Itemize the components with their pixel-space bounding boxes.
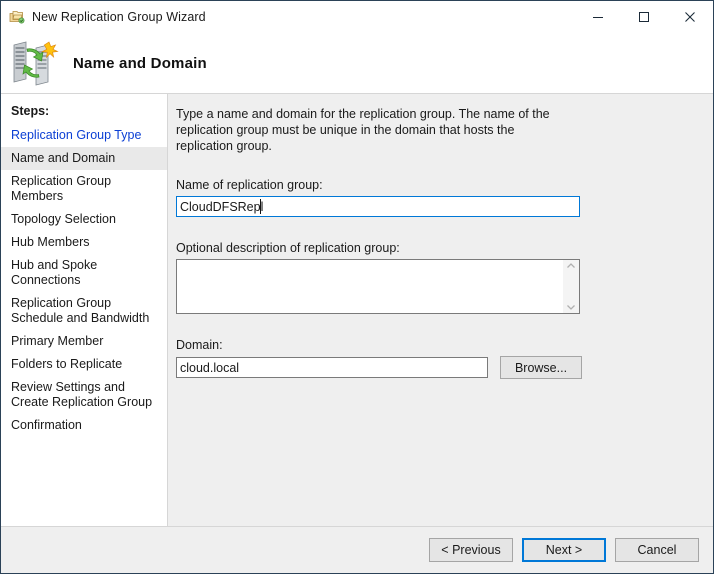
domain-row: Browse... — [176, 356, 695, 379]
wizard-window: New Replication Group Wizard — [0, 0, 714, 574]
sidebar-item-hub-members: Hub Members — [1, 231, 167, 254]
sidebar-item-hub-and-spoke-connections: Hub and Spoke Connections — [1, 254, 167, 292]
cancel-button[interactable]: Cancel — [615, 538, 699, 562]
sidebar-item-confirmation: Confirmation — [1, 414, 167, 437]
window-title: New Replication Group Wizard — [32, 10, 206, 24]
sidebar-item-name-and-domain[interactable]: Name and Domain — [1, 147, 167, 170]
browse-button[interactable]: Browse... — [500, 356, 582, 379]
replication-servers-icon — [9, 39, 59, 87]
sidebar-item-replication-group-type[interactable]: Replication Group Type — [1, 124, 167, 147]
name-input-wrap — [176, 196, 580, 217]
previous-button[interactable]: < Previous — [429, 538, 513, 562]
chevron-down-icon[interactable] — [566, 303, 576, 311]
steps-label: Steps: — [1, 102, 167, 124]
sidebar-item-folders-to-replicate: Folders to Replicate — [1, 353, 167, 376]
name-field-label: Name of replication group: — [176, 178, 695, 192]
chevron-up-icon[interactable] — [566, 262, 576, 270]
wizard-footer: < Previous Next > Cancel — [1, 526, 713, 573]
description-text-region[interactable] — [177, 260, 563, 313]
replication-folders-icon — [9, 9, 25, 25]
sidebar-item-topology-selection: Topology Selection — [1, 208, 167, 231]
domain-input[interactable] — [176, 357, 488, 378]
name-input[interactable] — [176, 196, 580, 217]
window-controls — [575, 1, 713, 32]
intro-text: Type a name and domain for the replicati… — [176, 106, 558, 154]
next-button[interactable]: Next > — [522, 538, 606, 562]
text-caret — [260, 199, 261, 214]
maximize-button[interactable] — [621, 1, 667, 32]
title-bar: New Replication Group Wizard — [1, 1, 713, 33]
close-icon — [684, 11, 696, 23]
minimize-button[interactable] — [575, 1, 621, 32]
wizard-body: Steps: Replication Group Type Name and D… — [1, 93, 713, 574]
sidebar-item-replication-group-schedule-and-bandwidth: Replication Group Schedule and Bandwidth — [1, 292, 167, 330]
page-title: Name and Domain — [73, 55, 207, 72]
main-pane: Type a name and domain for the replicati… — [168, 93, 713, 574]
minimize-icon — [592, 11, 604, 23]
sidebar-item-primary-member: Primary Member — [1, 330, 167, 353]
close-button[interactable] — [667, 1, 713, 32]
description-field-label: Optional description of replication grou… — [176, 241, 695, 255]
maximize-icon — [638, 11, 650, 23]
page-header: Name and Domain — [1, 33, 713, 93]
sidebar-item-replication-group-members: Replication Group Members — [1, 170, 167, 208]
description-textarea[interactable] — [176, 259, 580, 314]
sidebar-item-review-settings-and-create-replication-group: Review Settings and Create Replication G… — [1, 376, 167, 414]
steps-sidebar: Steps: Replication Group Type Name and D… — [1, 93, 168, 574]
domain-field-label: Domain: — [176, 338, 695, 352]
description-scrollbar[interactable] — [563, 260, 579, 313]
